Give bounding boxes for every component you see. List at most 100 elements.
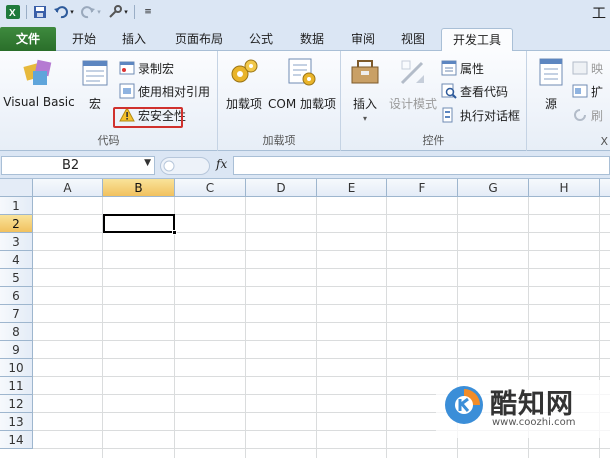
watermark-url: www.coozhi.com (492, 417, 576, 428)
tab-home[interactable]: 开始 (64, 28, 104, 50)
row-header-12[interactable]: 12 (0, 395, 33, 413)
com-addins-label: COM 加载项 (268, 97, 336, 111)
row-header-3[interactable]: 3 (0, 233, 33, 251)
row-header-9[interactable]: 9 (0, 341, 33, 359)
grid-line (33, 340, 610, 341)
column-header-partial[interactable] (600, 179, 610, 197)
run-dialog-button[interactable]: 执行对话框 (441, 104, 520, 126)
ribbon-tabs: 文件 开始 插入 页面布局 公式 数据 审阅 视图 开发工具 (0, 24, 610, 52)
addins-group-label: 加载项 (262, 134, 296, 147)
excel-app-icon[interactable]: X (5, 4, 21, 20)
tab-view[interactable]: 视图 (393, 28, 433, 50)
grid-line (33, 448, 610, 449)
quick-access-toolbar: X ▾ ▾ ▾ ≡ 工 (0, 0, 610, 24)
grid-line (316, 197, 317, 458)
redo-dropdown-icon[interactable]: ▾ (96, 4, 102, 20)
grid-line (33, 268, 610, 269)
column-header-a[interactable]: A (33, 179, 103, 197)
column-header-e[interactable]: E (317, 179, 387, 197)
row-header-5[interactable]: 5 (0, 269, 33, 287)
tab-developer[interactable]: 开发工具 (441, 28, 513, 52)
design-mode-button[interactable]: 设计模式 (387, 55, 439, 112)
xml-source-icon (534, 55, 568, 89)
com-addins-icon (285, 55, 319, 89)
visual-basic-button[interactable]: Visual Basic (2, 55, 76, 109)
view-code-button[interactable]: 查看代码 (441, 80, 508, 102)
tab-data[interactable]: 数据 (292, 28, 332, 50)
com-addins-button[interactable]: COM 加载项 (266, 55, 338, 112)
grid-line (33, 322, 610, 323)
source-label: 源 (544, 97, 557, 111)
select-all-corner[interactable] (0, 179, 33, 197)
row-header-4[interactable]: 4 (0, 251, 33, 269)
column-header-f[interactable]: F (387, 179, 458, 197)
refresh-data-button[interactable]: 刷 (572, 104, 603, 126)
row-header-8[interactable]: 8 (0, 323, 33, 341)
grid-line (386, 197, 387, 458)
macros-icon (80, 55, 110, 89)
undo-dropdown-icon[interactable]: ▾ (69, 4, 75, 20)
column-header-d[interactable]: D (246, 179, 317, 197)
design-mode-icon (396, 55, 430, 89)
name-box[interactable]: B2 ▼ (1, 156, 155, 175)
record-macro-icon (119, 60, 135, 76)
formula-bar-splitter-icon[interactable] (160, 157, 210, 175)
column-header-b[interactable]: B (103, 179, 175, 197)
expansion-packs-button[interactable]: 扩 (572, 80, 603, 102)
use-relative-references-button[interactable]: 使用相对引用 (119, 80, 210, 102)
macros-button[interactable]: 宏 (80, 55, 110, 112)
active-cell-b2[interactable] (103, 214, 175, 233)
customize-dropdown-icon[interactable]: ▾ (123, 4, 129, 20)
properties-button[interactable]: 属性 (441, 57, 484, 79)
window-title: 工 (592, 6, 606, 22)
row-header-6[interactable]: 6 (0, 287, 33, 305)
refresh-icon (572, 107, 588, 123)
addins-label: 加载项 (225, 97, 262, 111)
row-header-14[interactable]: 14 (0, 431, 33, 449)
code-group: Visual Basic 宏 录制宏 使用相对引用 宏安全性 代码 (0, 51, 218, 151)
save-icon[interactable] (32, 4, 48, 20)
tab-formulas[interactable]: 公式 (243, 28, 279, 50)
tab-insert[interactable]: 插入 (114, 28, 154, 50)
run-dialog-label: 执行对话框 (460, 108, 521, 123)
column-header-g[interactable]: G (458, 179, 529, 197)
insert-dropdown-icon: ▾ (362, 114, 367, 123)
tab-review[interactable]: 审阅 (343, 28, 383, 50)
redo-icon[interactable] (80, 4, 96, 20)
properties-label: 属性 (460, 61, 485, 76)
source-button[interactable]: 源 (533, 55, 569, 112)
fill-handle[interactable] (172, 230, 177, 235)
insert-control-button[interactable]: 插入 ▾ (347, 55, 383, 123)
row-header-2[interactable]: 2 (0, 215, 33, 233)
row-header-7[interactable]: 7 (0, 305, 33, 323)
formula-input[interactable] (233, 156, 610, 175)
record-macro-button[interactable]: 录制宏 (119, 57, 174, 79)
ribbon-panel: Visual Basic 宏 录制宏 使用相对引用 宏安全性 代码 加载项 CO… (0, 51, 610, 151)
qat-separator (26, 5, 27, 19)
watermark: 酷知网 www.coozhi.com (436, 380, 610, 438)
row-header-11[interactable]: 11 (0, 377, 33, 395)
row-header-13[interactable]: 13 (0, 413, 33, 431)
customize-icon[interactable] (107, 4, 123, 20)
name-box-dropdown-icon[interactable]: ▼ (144, 158, 151, 168)
name-box-value: B2 (62, 158, 80, 173)
grid-line (33, 358, 610, 359)
row-header-1[interactable]: 1 (0, 197, 33, 215)
addins-button[interactable]: 加载项 (222, 55, 266, 112)
tab-page-layout[interactable]: 页面布局 (168, 28, 230, 50)
undo-icon[interactable] (53, 4, 69, 20)
view-code-label: 查看代码 (460, 84, 509, 99)
column-header-h[interactable]: H (529, 179, 600, 197)
column-header-c[interactable]: C (175, 179, 246, 197)
magnifier-icon (441, 83, 457, 99)
map-properties-label: 映 (591, 61, 604, 76)
grid-line (174, 197, 175, 458)
design-mode-label: 设计模式 (388, 97, 437, 111)
tab-file[interactable]: 文件 (0, 27, 56, 51)
insert-function-icon[interactable]: fx (216, 157, 227, 171)
row-header-10[interactable]: 10 (0, 359, 33, 377)
qat-more-icon[interactable]: ≡ (140, 4, 156, 20)
macros-label: 宏 (88, 97, 101, 111)
visual-basic-icon (22, 55, 56, 89)
map-properties-button[interactable]: 映 (572, 57, 603, 79)
